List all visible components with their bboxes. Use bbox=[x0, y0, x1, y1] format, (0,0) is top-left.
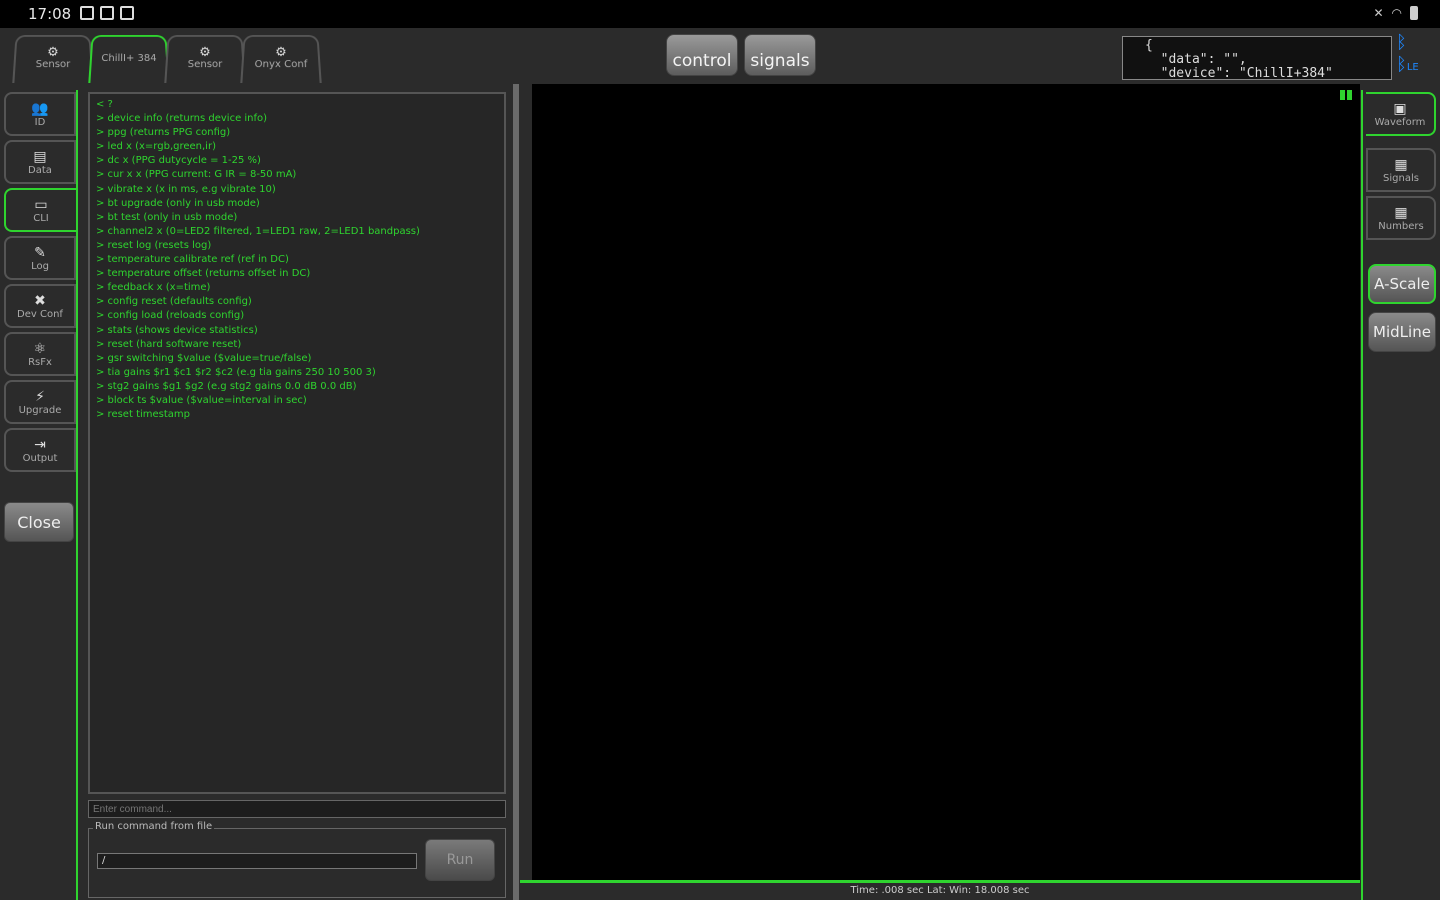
database-icon: ▤ bbox=[33, 148, 47, 165]
cli-line: > vibrate x (x in ms, e.g vibrate 10) bbox=[96, 183, 276, 195]
run-button[interactable]: Run bbox=[425, 839, 495, 881]
gear-icon: ⚙ bbox=[199, 45, 211, 61]
top-tab-bar: ⚙ Sensor ChillI+ 384 ⚙ Sensor ⚙ Onyx Con… bbox=[12, 34, 322, 84]
close-button[interactable]: Close bbox=[4, 502, 74, 542]
grid-icon: ▦ bbox=[1394, 204, 1408, 221]
cli-line: < ? bbox=[96, 99, 113, 110]
file-select[interactable]: / bbox=[97, 853, 417, 869]
sidebar-item-dev-conf[interactable]: ✖ Dev Conf bbox=[4, 284, 76, 328]
lightning-icon: ⚡ bbox=[35, 388, 45, 405]
sidebar-item-log[interactable]: ✎ Log bbox=[4, 236, 76, 280]
bluetooth-icon: ᛒ bbox=[1396, 32, 1407, 53]
left-sidebar: 👥 ID ▤ Data ▭ CLI ✎ Log ✖ Dev Conf ⚛ RsF… bbox=[0, 90, 80, 900]
cli-line: > bt upgrade (only in usb mode) bbox=[96, 197, 260, 209]
tab-label: Sensor bbox=[35, 58, 71, 71]
sidebar-item-label: ID bbox=[34, 116, 46, 128]
cli-line: > bt test (only in usb mode) bbox=[96, 211, 238, 223]
chart-footer: Time: .008 sec Lat: Win: 18.008 sec bbox=[520, 880, 1360, 900]
sidebar-item-label: Log bbox=[31, 260, 49, 272]
sidebar-item-cli[interactable]: ▭ CLI bbox=[4, 188, 76, 232]
view-numbers[interactable]: ▦ Numbers bbox=[1366, 196, 1436, 240]
gallery-icon bbox=[80, 6, 94, 20]
cli-line: > dc x (PPG dutycycle = 1-25 %) bbox=[96, 155, 261, 167]
tab-sensor[interactable]: ⚙ Sensor bbox=[12, 35, 94, 83]
tab-label: Sensor bbox=[187, 58, 223, 71]
view-waveform[interactable]: ▣ Waveform bbox=[1366, 92, 1436, 136]
sidebar-item-label: RsFx bbox=[28, 356, 52, 368]
wifi-icon: ◠ bbox=[1391, 6, 1402, 20]
cli-line: > ppg (returns PPG config) bbox=[96, 127, 231, 139]
pause-icon[interactable] bbox=[1340, 90, 1352, 100]
sidebar-item-label: CLI bbox=[33, 212, 49, 224]
view-label: Numbers bbox=[1378, 220, 1424, 232]
sidebar-item-id[interactable]: 👥 ID bbox=[4, 92, 76, 136]
cli-line: > channel2 x (0=LED2 filtered, 1=LED1 ra… bbox=[96, 225, 420, 237]
cli-line: > temperature offset (returns offset in … bbox=[96, 268, 311, 280]
cli-line: > block ts $value ($value=interval in se… bbox=[96, 394, 307, 406]
app-window: ⚙ Sensor ChillI+ 384 ⚙ Sensor ⚙ Onyx Con… bbox=[0, 28, 1440, 900]
sidebar-item-label: Output bbox=[22, 452, 58, 464]
app-icon bbox=[100, 6, 114, 20]
cli-line: > config reset (defaults config) bbox=[96, 296, 252, 308]
status-bar: 17:08 ✕ ◠ bbox=[0, 0, 1440, 28]
view-label: Signals bbox=[1383, 172, 1419, 184]
cli-line: > reset log (resets log) bbox=[96, 239, 212, 251]
atom-icon: ⚛ bbox=[33, 340, 47, 357]
sidebar-item-output[interactable]: ⇥ Output bbox=[4, 428, 76, 472]
bluetooth-le-icon: ᛒLE bbox=[1396, 54, 1419, 75]
sidebar-item-label: Upgrade bbox=[18, 404, 62, 416]
tab-label: ChillI+ 384 bbox=[101, 53, 157, 65]
sidebar-item-label: Data bbox=[28, 164, 52, 176]
tools-icon: ✖ bbox=[34, 292, 46, 309]
midline-button[interactable]: MidLine bbox=[1368, 312, 1436, 352]
output-icon: ⇥ bbox=[34, 436, 46, 453]
cli-line: > stats (shows device statistics) bbox=[96, 324, 258, 336]
cli-line: > reset (hard software reset) bbox=[96, 338, 242, 350]
log-icon: ✎ bbox=[34, 244, 46, 261]
cli-line: > device info (returns device info) bbox=[96, 113, 268, 125]
command-input[interactable] bbox=[88, 800, 506, 818]
gear-icon: ⚙ bbox=[47, 45, 59, 61]
auto-scale-button[interactable]: A-Scale bbox=[1368, 264, 1436, 304]
waveform-icon: ▣ bbox=[1393, 100, 1407, 117]
battery-icon bbox=[1410, 6, 1418, 20]
cli-line: > led x (x=rgb,green,ir) bbox=[96, 141, 216, 153]
cli-line: > feedback x (x=time) bbox=[96, 282, 211, 294]
cli-line: > cur x x (PPG current: G IR = 8-50 mA) bbox=[96, 169, 297, 181]
sidebar-item-upgrade[interactable]: ⚡ Upgrade bbox=[4, 380, 76, 424]
cli-output: < ? > device info (returns device info) > … bbox=[88, 92, 506, 794]
cli-line: > reset timestamp bbox=[96, 409, 191, 421]
cli-line: > temperature calibrate ref (ref in DC) bbox=[96, 254, 289, 266]
file-select-value: / bbox=[102, 855, 106, 866]
tab-device[interactable]: ChillI+ 384 bbox=[88, 35, 170, 83]
view-label: Waveform bbox=[1374, 116, 1426, 128]
status-time: 17:08 bbox=[28, 5, 72, 23]
json-preview: { "data": "", "device": "ChillI+384" bbox=[1122, 36, 1392, 80]
signals-button[interactable]: signals bbox=[744, 34, 816, 76]
run-file-legend: Run command from file bbox=[93, 821, 215, 832]
cli-line: > config load (reloads config) bbox=[96, 310, 245, 322]
waveform-chart[interactable] bbox=[532, 84, 1360, 880]
cli-line: > tia gains $r1 $c1 $r2 $c2 (e.g tia gai… bbox=[96, 366, 376, 378]
tab-sensor-2[interactable]: ⚙ Sensor bbox=[164, 35, 246, 83]
sidebar-item-data[interactable]: ▤ Data bbox=[4, 140, 76, 184]
control-button[interactable]: control bbox=[666, 34, 738, 76]
gear-icon: ⚙ bbox=[275, 45, 287, 61]
users-icon: 👥 bbox=[31, 100, 49, 117]
mute-icon: ✕ bbox=[1373, 6, 1384, 20]
tab-label: Onyx Conf bbox=[254, 58, 308, 71]
sidebar-item-label: Dev Conf bbox=[17, 308, 63, 320]
run-from-file-group: Run command from file / Run bbox=[88, 821, 506, 898]
grid-icon: ▦ bbox=[1394, 156, 1408, 173]
cli-line: > gsr switching $value ($value=true/fals… bbox=[96, 352, 312, 364]
view-signals[interactable]: ▦ Signals bbox=[1366, 148, 1436, 192]
tab-onyx-conf[interactable]: ⚙ Onyx Conf bbox=[240, 35, 322, 83]
panel-splitter[interactable] bbox=[513, 84, 519, 900]
cli-line: > stg2 gains $g1 $g2 (e.g stg2 gains 0.0… bbox=[96, 380, 357, 392]
sidebar-item-rsfx[interactable]: ⚛ RsFx bbox=[4, 332, 76, 376]
notification-icon bbox=[120, 6, 134, 20]
bluetooth-status[interactable]: ᛒ ᛒLE bbox=[1396, 32, 1419, 79]
terminal-icon: ▭ bbox=[34, 196, 48, 213]
